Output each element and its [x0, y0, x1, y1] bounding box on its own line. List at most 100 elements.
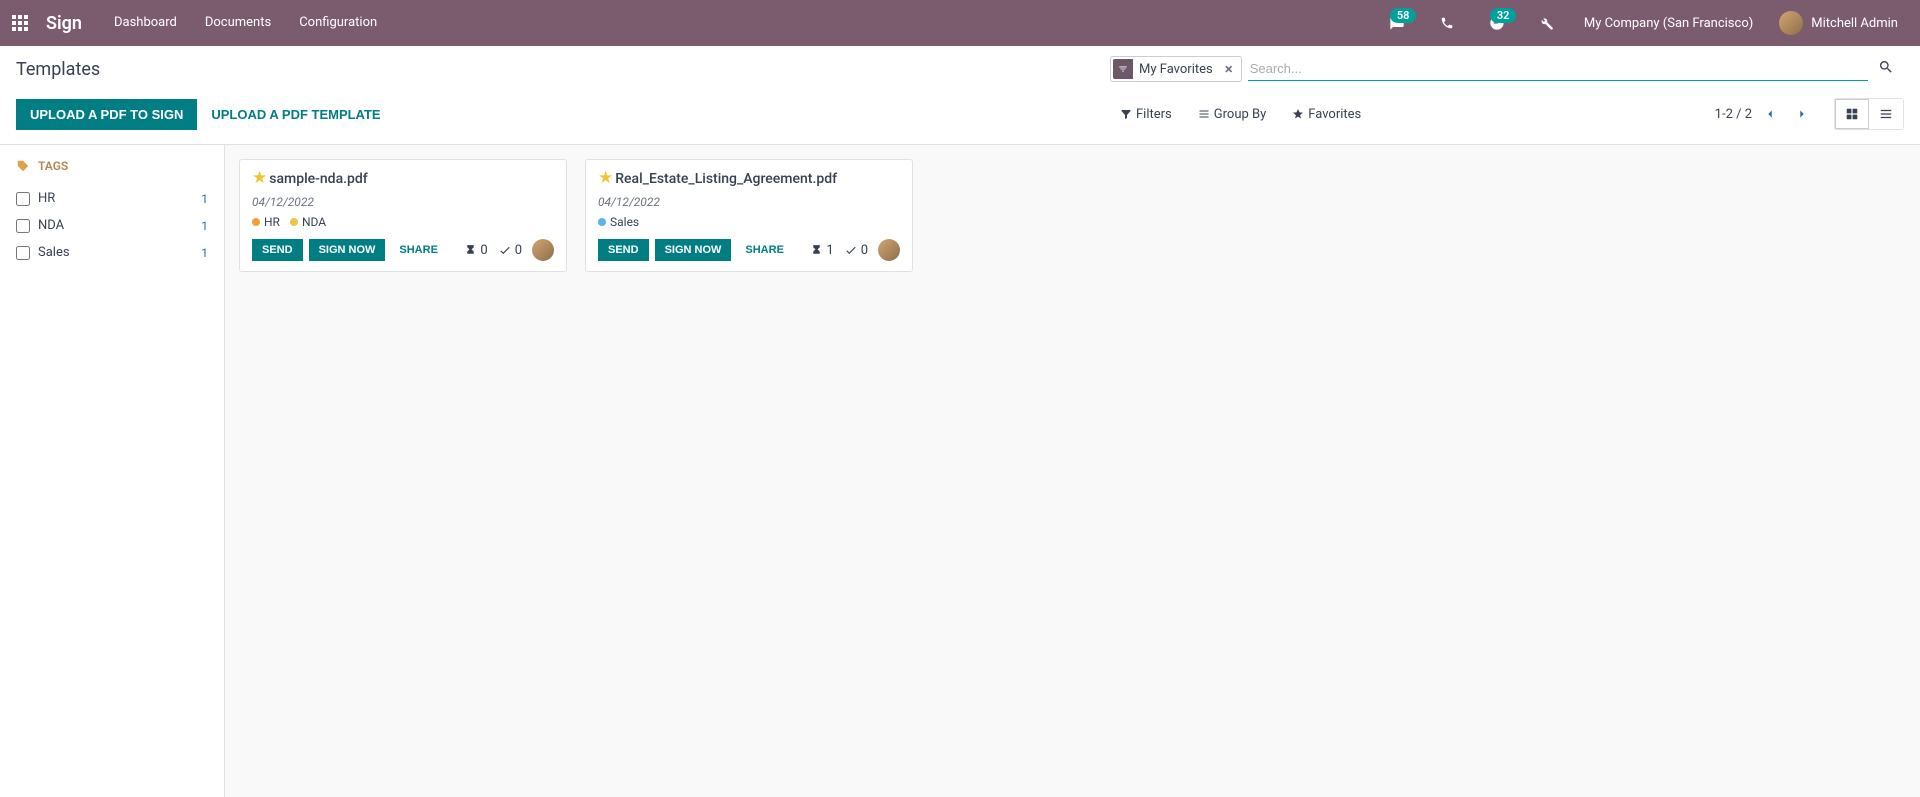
- done-stat: 0: [844, 243, 868, 258]
- activities-button[interactable]: 32: [1472, 0, 1522, 46]
- check-icon: [498, 243, 512, 257]
- sidebar-tag-row[interactable]: HR 1: [16, 185, 208, 212]
- sign-now-button[interactable]: Sign Now: [309, 239, 386, 261]
- apps-menu-button[interactable]: [0, 0, 40, 46]
- sidebar-tag-row[interactable]: NDA 1: [16, 212, 208, 239]
- card-tag: Sales: [598, 215, 639, 229]
- star-icon: [1292, 108, 1304, 120]
- filter-icon: [1113, 59, 1133, 79]
- nav-link-dashboard[interactable]: Dashboard: [100, 0, 191, 46]
- nav-link-documents[interactable]: Documents: [191, 0, 285, 46]
- card-title-row: ★ sample-nda.pdf: [252, 170, 554, 187]
- check-icon: [844, 243, 858, 257]
- favorites-button[interactable]: Favorites: [1282, 103, 1371, 126]
- subheader: Templates My Favorites ×: [0, 46, 1920, 92]
- tag-count: 1: [201, 246, 208, 260]
- tag-count: 1: [201, 192, 208, 206]
- share-button[interactable]: Share: [737, 239, 792, 261]
- card-tags: HRNDA: [252, 215, 554, 229]
- tag-dot: [252, 218, 260, 226]
- favorites-label: Favorites: [1308, 107, 1361, 122]
- wrench-icon: [1539, 16, 1554, 31]
- template-card[interactable]: ★ sample-nda.pdf 04/12/2022 HRNDA Send S…: [239, 159, 567, 272]
- hourglass-icon: [464, 244, 477, 257]
- sidebar-tags-header: TAGS: [16, 159, 208, 173]
- card-title: sample-nda.pdf: [269, 171, 367, 187]
- toolbar: Upload a PDF to Sign Upload a PDF Templa…: [0, 92, 1920, 145]
- favorite-star-icon[interactable]: ★: [252, 170, 267, 187]
- navbar: Sign Dashboard Documents Configuration 5…: [0, 0, 1920, 46]
- upload-pdf-template-button[interactable]: Upload a PDF Template: [197, 99, 394, 130]
- pager-next-button[interactable]: [1788, 100, 1816, 128]
- template-card[interactable]: ★ Real_Estate_Listing_Agreement.pdf 04/1…: [585, 159, 913, 272]
- company-switcher[interactable]: My Company (San Francisco): [1572, 16, 1765, 31]
- hourglass-icon: [810, 244, 823, 257]
- tag-label: NDA: [38, 218, 193, 233]
- responsible-avatar[interactable]: [532, 239, 554, 261]
- group-by-label: Group By: [1214, 107, 1267, 122]
- phone-button[interactable]: [1430, 0, 1464, 46]
- view-switcher: [1834, 98, 1904, 130]
- sidebar-tag-row[interactable]: Sales 1: [16, 239, 208, 266]
- send-button[interactable]: Send: [252, 239, 303, 261]
- filters-label: Filters: [1136, 107, 1172, 122]
- card-footer: Send Sign Now Share 0 0: [252, 239, 554, 261]
- tag-checkbox[interactable]: [16, 192, 30, 206]
- main: TAGS HR 1 NDA 1 Sales 1 ★ sample-nda.pdf…: [0, 145, 1920, 797]
- sidebar-header-label: TAGS: [38, 159, 68, 173]
- done-stat: 0: [498, 243, 522, 258]
- kanban-icon: [1845, 107, 1859, 121]
- upload-pdf-sign-button[interactable]: Upload a PDF to Sign: [16, 99, 197, 130]
- card-container: ★ sample-nda.pdf 04/12/2022 HRNDA Send S…: [239, 159, 1906, 272]
- filters-button[interactable]: Filters: [1110, 103, 1182, 126]
- card-tags: Sales: [598, 215, 900, 229]
- send-button[interactable]: Send: [598, 239, 649, 261]
- funnel-icon: [1120, 108, 1132, 120]
- pager: 1-2 / 2: [1715, 98, 1904, 130]
- card-date: 04/12/2022: [252, 195, 554, 209]
- tag-checkbox[interactable]: [16, 246, 30, 260]
- filter-pill-label: My Favorites: [1133, 60, 1219, 79]
- list-view-button[interactable]: [1869, 99, 1903, 129]
- sign-now-button[interactable]: Sign Now: [655, 239, 732, 261]
- done-count: 0: [861, 243, 868, 258]
- nav-right: 58 32 My Company (San Francisco) Mitchel…: [1372, 0, 1912, 46]
- share-button[interactable]: Share: [391, 239, 446, 261]
- pending-stat: 0: [464, 243, 487, 258]
- search-button[interactable]: [1868, 59, 1904, 79]
- tag-count: 1: [201, 219, 208, 233]
- card-title: Real_Estate_Listing_Agreement.pdf: [615, 171, 837, 187]
- search-filter-pill: My Favorites ×: [1110, 56, 1242, 82]
- tag-dot: [598, 218, 606, 226]
- responsible-avatar[interactable]: [878, 239, 900, 261]
- app-brand[interactable]: Sign: [40, 13, 100, 34]
- debug-button[interactable]: [1530, 0, 1564, 46]
- card-stats: 1 0: [810, 239, 900, 261]
- favorite-star-icon[interactable]: ★: [598, 170, 613, 187]
- messages-button[interactable]: 58: [1372, 0, 1422, 46]
- kanban-view-button[interactable]: [1835, 99, 1869, 129]
- pending-stat: 1: [810, 243, 833, 258]
- tag-checkbox[interactable]: [16, 219, 30, 233]
- sidebar: TAGS HR 1 NDA 1 Sales 1: [0, 145, 225, 797]
- tag-label: HR: [38, 191, 193, 206]
- search-icon: [1878, 59, 1894, 75]
- pending-count: 1: [826, 243, 833, 258]
- pager-prev-button[interactable]: [1756, 100, 1784, 128]
- done-count: 0: [515, 243, 522, 258]
- page-title: Templates: [16, 59, 100, 80]
- content: ★ sample-nda.pdf 04/12/2022 HRNDA Send S…: [225, 145, 1920, 797]
- remove-filter-button[interactable]: ×: [1219, 60, 1239, 78]
- card-title-row: ★ Real_Estate_Listing_Agreement.pdf: [598, 170, 900, 187]
- tag-label: Sales: [38, 245, 193, 260]
- search-input[interactable]: [1248, 57, 1868, 81]
- nav-link-configuration[interactable]: Configuration: [285, 0, 391, 46]
- card-date: 04/12/2022: [598, 195, 900, 209]
- user-menu[interactable]: Mitchell Admin: [1773, 11, 1912, 35]
- card-tag: NDA: [290, 215, 326, 229]
- nav-left: Sign Dashboard Documents Configuration: [0, 0, 391, 46]
- tag-dot: [290, 218, 298, 226]
- chevron-right-icon: [1795, 107, 1809, 121]
- search-area: My Favorites ×: [1110, 56, 1904, 82]
- group-by-button[interactable]: Group By: [1188, 103, 1277, 126]
